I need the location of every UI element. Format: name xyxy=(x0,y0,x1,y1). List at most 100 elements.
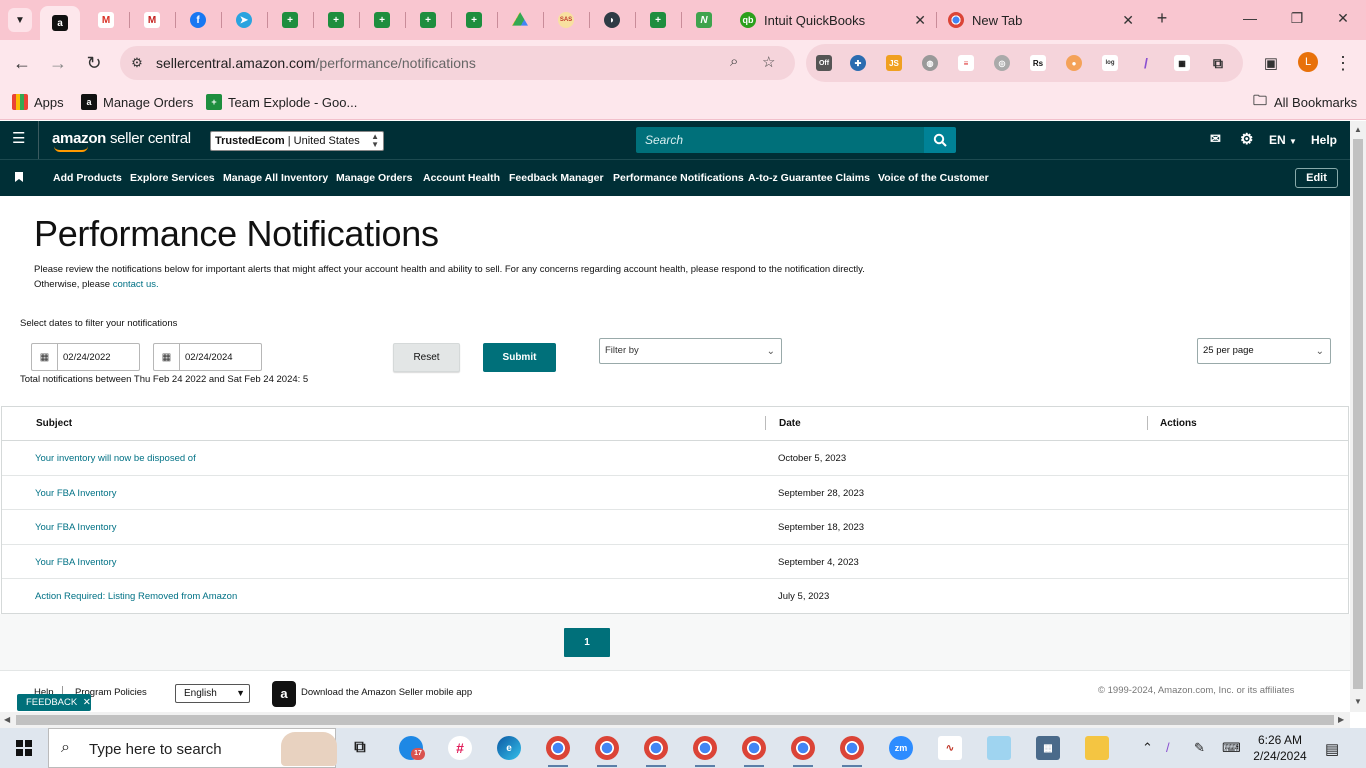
tab-gmail-2[interactable]: M xyxy=(132,6,172,34)
close-tab-icon[interactable]: ✕ xyxy=(914,12,926,29)
nav-feedback-manager[interactable]: Feedback Manager xyxy=(509,172,604,184)
forward-icon[interactable]: → xyxy=(47,52,69,74)
scroll-thumb[interactable] xyxy=(16,715,1334,725)
tab-sheets-1[interactable]: + xyxy=(270,6,310,34)
tab-amazon-seller-central[interactable]: a xyxy=(40,6,80,40)
nav-a-to-z-claims[interactable]: A-to-z Guarantee Claims xyxy=(748,172,870,184)
seller-app-icon[interactable]: a xyxy=(272,681,296,707)
nav-add-products[interactable]: Add Products xyxy=(53,172,122,184)
language-selector[interactable]: EN ▼ xyxy=(1269,133,1297,147)
search-button[interactable] xyxy=(924,127,956,153)
mail-app-icon[interactable]: 17 xyxy=(399,736,425,760)
chrome-icon[interactable] xyxy=(742,736,766,760)
extensions-puzzle-icon[interactable]: ⧉ xyxy=(1210,55,1226,71)
tab-search-button[interactable]: ▼ xyxy=(8,8,32,32)
taskbar-search[interactable]: ⌕ Type here to search xyxy=(48,728,337,768)
tab-sheets-5[interactable]: + xyxy=(454,6,494,34)
tab-telegram[interactable]: ➤ xyxy=(224,6,264,34)
bookmark-team-explode[interactable]: + Team Explode - Goo... xyxy=(206,92,357,112)
qr-icon[interactable]: ▦ xyxy=(1174,55,1190,71)
slack-icon[interactable]: # xyxy=(448,736,472,760)
mail-icon[interactable]: ✉ xyxy=(1210,131,1221,147)
edge-icon[interactable]: e xyxy=(497,736,521,760)
page-button-current[interactable]: 1 xyxy=(564,628,610,657)
settings-gear-icon[interactable]: ⚙ xyxy=(1240,130,1253,148)
site-info-icon[interactable]: ⚙ xyxy=(126,52,148,74)
pen-icon[interactable]: / xyxy=(1166,740,1170,755)
minimize-icon[interactable]: — xyxy=(1240,10,1260,26)
zoom-icon[interactable]: ⌕ xyxy=(730,53,738,70)
nav-voice-of-customer[interactable]: Voice of the Customer xyxy=(878,172,989,184)
seller-central-logo[interactable]: amazon seller central xyxy=(52,130,191,152)
submit-button[interactable]: Submit xyxy=(483,343,556,372)
date-from-field[interactable]: ▦ 02/24/2022 xyxy=(31,343,140,371)
notification-subject-link[interactable]: Your FBA Inventory xyxy=(35,557,117,568)
file-explorer-icon[interactable] xyxy=(1085,736,1109,760)
address-bar[interactable]: ⚙ sellercentral.amazon.com/performance/n… xyxy=(120,46,795,80)
bookmark-icon[interactable] xyxy=(15,172,23,182)
tab-sheets-6[interactable]: + xyxy=(638,6,678,34)
tab-sas[interactable]: SAS xyxy=(546,6,586,34)
globe-icon[interactable]: ◍ xyxy=(922,55,938,71)
feedback-button[interactable]: FEEDBACK ✕ xyxy=(17,694,91,711)
reload-icon[interactable]: ↻ xyxy=(83,52,105,74)
tab-intuit-quickbooks[interactable]: qb Intuit QuickBooks ✕ xyxy=(730,6,934,34)
extension-icon[interactable]: ✚ xyxy=(850,55,866,71)
tab-sheets-4[interactable]: + xyxy=(408,6,448,34)
new-tab-button[interactable]: + xyxy=(1152,8,1172,28)
nav-manage-orders[interactable]: Manage Orders xyxy=(336,172,412,184)
extension-js-icon[interactable]: JS xyxy=(886,55,902,71)
reset-button[interactable]: Reset xyxy=(393,343,460,372)
back-icon[interactable]: ← xyxy=(11,52,33,74)
hamburger-menu-icon[interactable]: ☰ xyxy=(12,131,26,146)
extension-icon[interactable]: ● xyxy=(1066,55,1082,71)
all-bookmarks[interactable]: 🗀 All Bookmarks xyxy=(1252,92,1357,112)
edit-nav-button[interactable]: Edit xyxy=(1295,168,1338,188)
chrome-icon[interactable] xyxy=(546,736,570,760)
app-icon[interactable] xyxy=(987,736,1011,760)
scroll-thumb[interactable] xyxy=(1353,139,1363,689)
footer-language-select[interactable]: English ▼ xyxy=(175,684,250,703)
tab-green-app[interactable]: N xyxy=(684,6,724,34)
system-clock[interactable]: 6:26 AM 2/24/2024 xyxy=(1250,732,1310,764)
notification-subject-link[interactable]: Your FBA Inventory xyxy=(35,488,117,499)
column-subject[interactable]: Subject xyxy=(36,418,72,429)
chrome-icon[interactable] xyxy=(644,736,668,760)
pen-icon[interactable]: / xyxy=(1138,55,1154,71)
per-page-select[interactable]: 25 per page ⌄ xyxy=(1197,338,1331,364)
tab-sheets-2[interactable]: + xyxy=(316,6,356,34)
tab-google-drive[interactable] xyxy=(500,6,540,34)
restore-icon[interactable]: ❐ xyxy=(1287,10,1307,27)
horizontal-scrollbar[interactable]: ◀ ▶ xyxy=(0,712,1350,728)
help-link[interactable]: Help xyxy=(1311,133,1337,147)
scroll-down-icon[interactable]: ▼ xyxy=(1354,697,1362,706)
extension-icon[interactable]: log xyxy=(1102,55,1118,71)
chrome-icon[interactable] xyxy=(595,736,619,760)
tray-chevron-up-icon[interactable]: ⌃ xyxy=(1142,740,1153,756)
chrome-icon[interactable] xyxy=(693,736,717,760)
task-view-icon[interactable]: ⧉ xyxy=(348,736,372,760)
bookmark-manage-orders[interactable]: a Manage Orders xyxy=(81,92,193,112)
bookmark-star-icon[interactable]: ☆ xyxy=(762,53,775,71)
scroll-up-icon[interactable]: ▲ xyxy=(1354,125,1362,134)
tab-gmail-1[interactable]: M xyxy=(86,6,126,34)
extension-icon[interactable]: Rs xyxy=(1030,55,1046,71)
chrome-icon[interactable] xyxy=(840,736,864,760)
close-window-icon[interactable]: ✕ xyxy=(1333,10,1353,27)
calendar-icon[interactable]: ▦ xyxy=(154,344,180,370)
nav-account-health[interactable]: Account Health xyxy=(423,172,500,184)
scroll-left-icon[interactable]: ◀ xyxy=(4,715,10,724)
scroll-right-icon[interactable]: ▶ xyxy=(1338,715,1344,724)
contact-us-link[interactable]: contact us. xyxy=(113,279,159,290)
notification-subject-link[interactable]: Your inventory will now be disposed of xyxy=(35,453,196,464)
side-panel-icon[interactable]: ▣ xyxy=(1260,52,1282,74)
store-selector[interactable]: TrustedEcom | United States ▲ ▼ xyxy=(210,131,384,151)
close-icon[interactable]: ✕ xyxy=(83,697,91,708)
vertical-scrollbar[interactable]: ▲ ▼ xyxy=(1350,121,1366,712)
filter-by-select[interactable]: Filter by ⌄ xyxy=(599,338,782,364)
nav-manage-all-inventory[interactable]: Manage All Inventory xyxy=(223,172,328,184)
close-tab-icon[interactable]: ✕ xyxy=(1122,12,1134,29)
notification-subject-link[interactable]: Your FBA Inventory xyxy=(35,522,117,533)
nav-explore-services[interactable]: Explore Services xyxy=(130,172,215,184)
date-to-field[interactable]: ▦ 02/24/2024 xyxy=(153,343,262,371)
